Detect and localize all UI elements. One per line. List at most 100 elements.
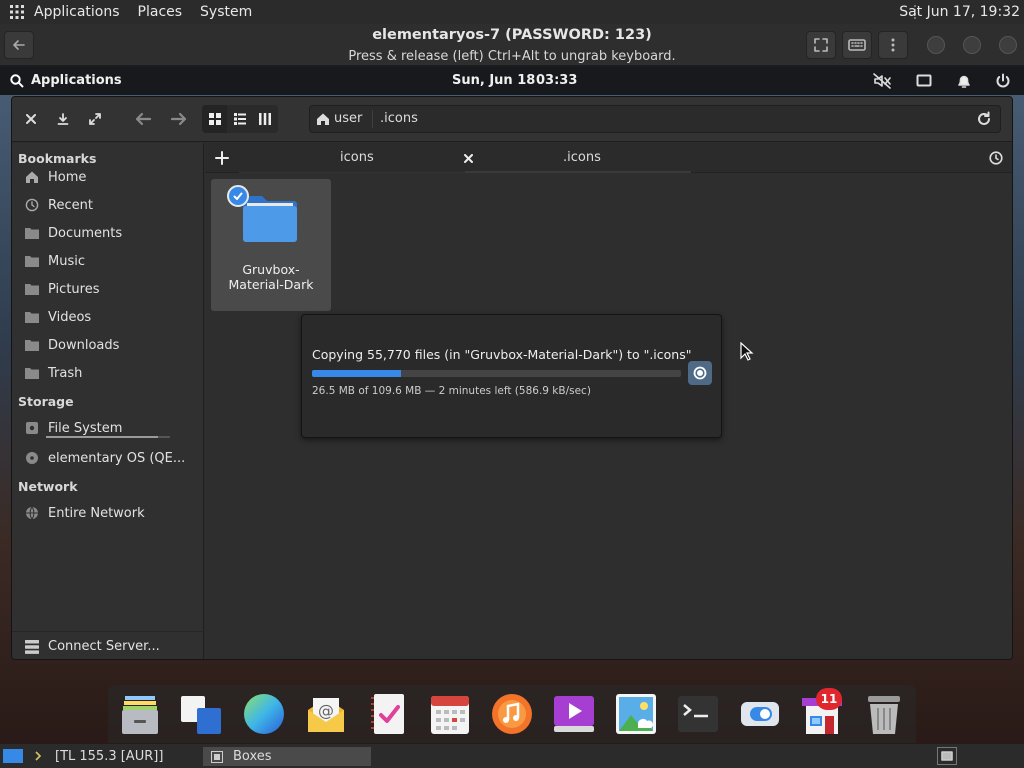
- breadcrumb-separator: [372, 110, 373, 128]
- sidebar-item-label: Videos: [48, 309, 92, 325]
- stop-icon: [693, 366, 707, 380]
- clock-icon: [24, 197, 40, 213]
- taskbar-item-terminal[interactable]: [TL 155.3 [AUR]]: [33, 747, 201, 765]
- copy-progress-dialog: Copying 55,770 files (in "Gruvbox-Materi…: [301, 314, 722, 438]
- sidebar-item-home[interactable]: Home: [24, 169, 194, 185]
- list-view-icon[interactable]: [227, 105, 252, 133]
- taskbar-item-label: [TL 155.3 [AUR]]: [55, 748, 164, 764]
- display-icon[interactable]: [914, 71, 934, 91]
- column-view-icon[interactable]: [253, 105, 278, 133]
- back-arrow-icon[interactable]: [132, 108, 154, 130]
- sidebar-item-music[interactable]: Music: [24, 253, 194, 269]
- menu-system[interactable]: System: [191, 4, 261, 20]
- breadcrumb-current[interactable]: .icons: [380, 111, 418, 126]
- boxes-header-bar: elementaryos-7 (PASSWORD: 123) Press & r…: [0, 24, 1024, 66]
- minimize-button[interactable]: [927, 36, 945, 54]
- sidebar-item-label: elementary OS (QE...: [48, 450, 186, 466]
- sidebar-item-documents[interactable]: Documents: [24, 225, 194, 241]
- videos-icon[interactable]: [552, 692, 596, 736]
- guest-applications-menu[interactable]: Applications: [10, 73, 122, 88]
- sidebar-heading-storage: Storage: [18, 394, 74, 409]
- reload-icon[interactable]: [974, 109, 994, 129]
- notifications-icon[interactable]: [954, 71, 974, 91]
- folder-icon: [24, 253, 40, 269]
- grid-icon[interactable]: [0, 0, 34, 24]
- progress-detail: 26.5 MB of 109.6 MB — 2 minutes left (58…: [312, 385, 591, 397]
- tab-label: icons: [340, 150, 374, 165]
- host-clock[interactable]: Sat Jun 17, 19:32: [899, 4, 1020, 20]
- keyboard-icon: [848, 39, 866, 51]
- muted-speaker-icon[interactable]: [872, 71, 892, 91]
- sidebar-item-label: Downloads: [48, 337, 120, 353]
- sidebar-item-label: File System: [48, 420, 123, 436]
- guest-time[interactable]: 03:33: [536, 73, 577, 88]
- multitasking-icon[interactable]: [179, 692, 223, 736]
- progress-bar-fill: [312, 370, 401, 377]
- sidebar-heading-bookmarks: Bookmarks: [18, 151, 97, 166]
- keyboard-button[interactable]: [842, 31, 872, 59]
- folder-icon: [24, 337, 40, 353]
- progress-message: Copying 55,770 files (in "Gruvbox-Materi…: [312, 347, 692, 362]
- progress-bar: [312, 370, 681, 377]
- folder-item[interactable]: Gruvbox- Material-Dark: [211, 179, 331, 311]
- connect-server-button[interactable]: Connect Server...: [12, 631, 204, 659]
- guest-date[interactable]: Sun, Jun 18: [452, 73, 535, 88]
- breadcrumb-home[interactable]: user: [316, 111, 362, 126]
- grid-view-icon[interactable]: [202, 105, 228, 133]
- add-tab-icon[interactable]: [211, 147, 233, 169]
- expand-icon[interactable]: [84, 108, 106, 130]
- selected-check-icon: [227, 185, 249, 207]
- music-icon[interactable]: [490, 692, 534, 736]
- server-icon: [24, 639, 40, 655]
- photos-icon[interactable]: [614, 692, 658, 736]
- path-bar[interactable]: user .icons: [309, 105, 1001, 133]
- close-window-button[interactable]: [999, 36, 1017, 54]
- home-icon: [317, 113, 329, 125]
- power-icon[interactable]: [993, 71, 1013, 91]
- trash-icon: [24, 365, 40, 381]
- show-desktop-icon[interactable]: [3, 749, 23, 763]
- tab-dot-icons[interactable]: .icons: [465, 143, 691, 173]
- sidebar-item-file-system[interactable]: File System: [24, 420, 194, 436]
- sidebar-item-trash[interactable]: Trash: [24, 365, 194, 381]
- taskbar-item-boxes[interactable]: Boxes: [203, 747, 371, 766]
- close-icon[interactable]: [20, 108, 42, 130]
- history-icon[interactable]: [986, 148, 1006, 168]
- sidebar-item-label: Pictures: [48, 281, 100, 297]
- tray-vm-icon[interactable]: [937, 747, 957, 765]
- sidebar-item-videos[interactable]: Videos: [24, 309, 194, 325]
- web-browser-icon[interactable]: [242, 692, 286, 736]
- terminal-icon: [33, 749, 49, 763]
- cancel-operation-button[interactable]: [688, 361, 712, 385]
- calendar-icon[interactable]: [428, 692, 472, 736]
- sidebar-item-elementary-os[interactable]: elementary OS (QE...: [24, 450, 194, 466]
- folder-icon: [24, 281, 40, 297]
- files-headerbar: user .icons: [12, 97, 1012, 142]
- menu-applications[interactable]: Applications: [34, 4, 129, 20]
- storage-usage-fill: [46, 436, 158, 438]
- vm-menu-button[interactable]: [878, 31, 908, 59]
- folder-icon: [24, 309, 40, 325]
- mail-icon[interactable]: @: [304, 692, 348, 736]
- tasks-icon[interactable]: [366, 692, 410, 736]
- tab-icons[interactable]: icons: [239, 143, 473, 173]
- sidebar-item-recent[interactable]: Recent: [24, 197, 194, 213]
- sidebar-item-pictures[interactable]: Pictures: [24, 281, 194, 297]
- sidebar-item-label: Home: [48, 169, 87, 185]
- guest-screen[interactable]: Applications Sun, Jun 18 03:33 user .ico…: [0, 67, 1024, 744]
- sidebar-item-downloads[interactable]: Downloads: [24, 337, 194, 353]
- menu-places[interactable]: Places: [129, 4, 192, 20]
- tab-label: .icons: [563, 150, 601, 165]
- settings-icon[interactable]: [738, 692, 782, 736]
- maximize-button[interactable]: [963, 36, 981, 54]
- files-icon[interactable]: [118, 692, 162, 736]
- terminal-icon[interactable]: [676, 692, 720, 736]
- forward-arrow-icon[interactable]: [168, 108, 190, 130]
- trash-icon[interactable]: [862, 692, 906, 736]
- sidebar-item-label: Trash: [48, 365, 83, 381]
- fullscreen-button[interactable]: [806, 31, 836, 59]
- folder-icon: [24, 225, 40, 241]
- tab-bar: icons .icons: [205, 143, 1012, 173]
- download-icon[interactable]: [52, 108, 74, 130]
- sidebar-item-entire-network[interactable]: Entire Network: [24, 505, 194, 521]
